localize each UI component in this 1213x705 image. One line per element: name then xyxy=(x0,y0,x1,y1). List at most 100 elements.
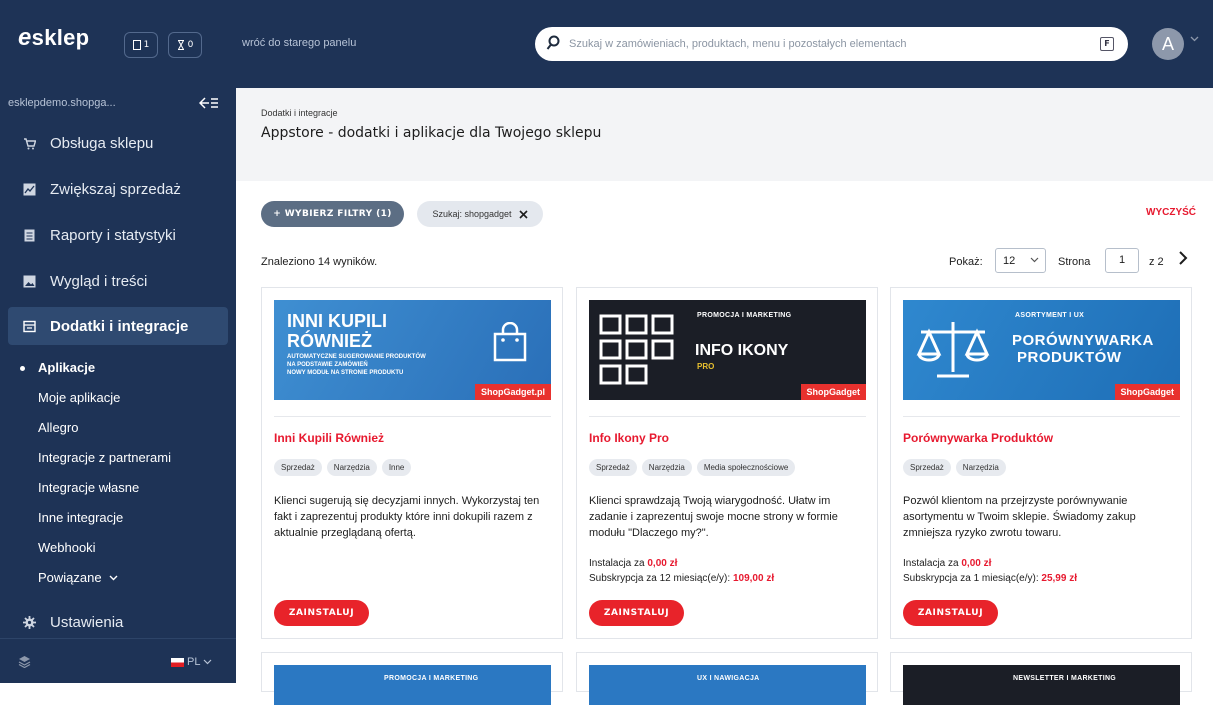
banner-category: PROMOCJA I MARKETING xyxy=(384,675,479,682)
banner-title: INFO IKONY xyxy=(695,342,789,359)
subitem-integracje-partnerami[interactable]: Integracje z partnerami xyxy=(38,450,171,465)
app-description: Pozwól klientom na przejrzyste porównywa… xyxy=(903,495,1136,539)
search-icon xyxy=(546,35,560,50)
banner-title: PORÓWNYWARKA xyxy=(1012,332,1154,349)
banner-brand: ShopGadget.pl xyxy=(475,384,551,400)
sidebar-item-label: Dodatki i integracje xyxy=(50,317,189,335)
banner-brand: ShopGadget xyxy=(1114,384,1180,400)
search-hotkey-icon: F xyxy=(1100,37,1114,51)
tag: Sprzedaż xyxy=(274,459,322,476)
chart-icon xyxy=(23,183,36,196)
page-input[interactable]: 1 xyxy=(1105,248,1139,273)
subscription-price: Subskrypcja za 12 miesiąc(e/y): 109,00 z… xyxy=(589,573,775,584)
app-title[interactable]: Info Ikony Pro xyxy=(589,431,669,445)
layers-icon[interactable] xyxy=(18,655,31,668)
banner-category: UX I NAWIGACJA xyxy=(697,675,760,682)
clear-filters-button[interactable]: WYCZYŚĆ xyxy=(1146,207,1196,218)
app-title[interactable]: Porównywarka Produktów xyxy=(903,431,1053,445)
app-tags: Sprzedaż Narzędzia xyxy=(903,459,1006,476)
tag: Media społecznościowe xyxy=(696,459,796,476)
divider xyxy=(274,416,551,417)
breadcrumb[interactable]: Dodatki i integracje xyxy=(261,108,338,118)
sidebar-item-wyglad[interactable]: Wygląd i treści xyxy=(8,262,228,300)
tag: Narzędzia xyxy=(326,459,377,476)
page-header: Dodatki i integracje Appstore - dodatki … xyxy=(236,88,1213,181)
sidebar-item-obsluga-sklepu[interactable]: Obsługa sklepu xyxy=(8,124,228,162)
close-icon[interactable] xyxy=(518,209,528,219)
app-banner-image[interactable]: PROMOCJA I MARKETING INFO IKONY PRO Shop… xyxy=(589,300,866,400)
subitem-inne-integracje[interactable]: Inne integracje xyxy=(38,510,123,525)
tag: Sprzedaż xyxy=(589,459,637,476)
sidebar-item-raporty[interactable]: Raporty i statystyki xyxy=(8,216,228,254)
language-selector[interactable]: PL xyxy=(171,656,212,668)
chevron-down-icon xyxy=(204,659,212,665)
old-panel-link[interactable]: wróć do starego panelu xyxy=(242,37,356,49)
tag: Inne xyxy=(381,459,412,476)
per-page-select[interactable]: 12 xyxy=(995,248,1046,273)
app-banner-image[interactable]: PROMOCJA I MARKETING xyxy=(274,665,551,705)
app-card: UX I NAWIGACJA xyxy=(576,652,878,705)
esklep-logo[interactable]: eesklepsklep xyxy=(18,24,89,52)
search-input[interactable] xyxy=(569,27,1079,61)
sidebar-item-zwiekszaj-sprzedaz[interactable]: Zwiększaj sprzedaż xyxy=(8,170,228,208)
tag: Sprzedaż xyxy=(903,459,951,476)
subitem-moje-aplikacje[interactable]: Moje aplikacje xyxy=(38,390,120,405)
subitem-aplikacje[interactable]: Aplikacje xyxy=(38,360,95,375)
divider xyxy=(589,416,866,417)
banner-title: INNI KUPILI xyxy=(287,311,388,331)
subitem-allegro[interactable]: Allegro xyxy=(38,420,78,435)
report-icon xyxy=(23,229,36,242)
subitem-webhooki[interactable]: Webhooki xyxy=(38,540,96,555)
banner-title: PRODUKTÓW xyxy=(1017,349,1122,366)
collapse-sidebar-icon[interactable] xyxy=(199,96,219,110)
active-bullet-icon xyxy=(20,366,25,371)
poland-flag-icon xyxy=(171,657,184,667)
banner-brand: ShopGadget xyxy=(800,384,866,400)
page-title: Appstore - dodatki i aplikacje dla Twoje… xyxy=(261,125,602,141)
sidebar-item-label: Ustawienia xyxy=(50,613,124,631)
addon-icon xyxy=(23,320,36,333)
banner-category: ASORTYMENT I UX xyxy=(1015,312,1085,319)
banner-category: PROMOCJA I MARKETING xyxy=(697,312,792,319)
app-banner-image[interactable]: UX I NAWIGACJA xyxy=(589,665,866,705)
banner-title: RÓWNIEŻ xyxy=(287,331,372,351)
banner-line: NOWY MODUŁ NA STRONIE PRODUKTU xyxy=(287,370,404,376)
app-banner-image[interactable]: ASORTYMENT I UX PORÓWNYWARKA PRODUKTÓW S… xyxy=(903,300,1180,400)
tasks-badge[interactable]: 0 xyxy=(168,32,202,58)
subscription-price: Subskrypcja za 1 miesiąc(e/y): 25,99 zł xyxy=(903,573,1077,584)
document-icon xyxy=(132,40,141,50)
top-bar: eesklepsklep 1 0 wróć do starego panelu … xyxy=(0,0,1213,88)
of-pages-label: z 2 xyxy=(1149,256,1164,268)
sidebar-item-ustawienia[interactable]: Ustawienia xyxy=(8,603,228,641)
page-label: Strona xyxy=(1058,256,1091,268)
app-card: PROMOCJA I MARKETING INFO IKONY PRO Shop… xyxy=(576,287,878,639)
app-card: PROMOCJA I MARKETING xyxy=(261,652,563,705)
shop-name[interactable]: esklepdemo.shopga... xyxy=(8,97,116,109)
subitem-powiazane[interactable]: Powiązane xyxy=(38,570,118,585)
install-button[interactable]: ZAINSTALUJ xyxy=(903,600,998,626)
chevron-down-icon[interactable] xyxy=(1190,36,1199,42)
banner-category: NEWSLETTER I MARKETING xyxy=(1013,675,1117,682)
documents-badge[interactable]: 1 xyxy=(124,32,158,58)
app-tags: Sprzedaż Narzędzia Media społecznościowe xyxy=(589,459,796,476)
grid-icon xyxy=(599,314,674,385)
app-tags: Sprzedaż Narzędzia Inne xyxy=(274,459,412,476)
install-button[interactable]: ZAINSTALUJ xyxy=(274,600,369,626)
banner-line: NA PODSTAWIE ZAMÓWIEŃ xyxy=(287,362,368,368)
install-button[interactable]: ZAINSTALUJ xyxy=(589,600,684,626)
next-page-icon[interactable] xyxy=(1178,250,1188,266)
app-banner-image[interactable]: NEWSLETTER I MARKETING xyxy=(903,665,1180,705)
sidebar-item-dodatki[interactable]: Dodatki i integracje xyxy=(8,307,228,345)
sidebar-item-label: Zwiększaj sprzedaż xyxy=(50,180,181,198)
banner-line: AUTOMATYCZNE SUGEROWANIE PRODUKTÓW xyxy=(287,354,426,360)
subitem-integracje-wlasne[interactable]: Integracje własne xyxy=(38,480,139,495)
app-banner-image[interactable]: INNI KUPILI RÓWNIEŻ AUTOMATYCZNE SUGEROW… xyxy=(274,300,551,400)
user-avatar[interactable]: A xyxy=(1152,28,1184,60)
results-count: Znaleziono 14 wyników. xyxy=(261,256,378,268)
app-card: ASORTYMENT I UX PORÓWNYWARKA PRODUKTÓW S… xyxy=(890,287,1192,639)
app-card: INNI KUPILI RÓWNIEŻ AUTOMATYCZNE SUGEROW… xyxy=(261,287,563,639)
sidebar: esklepdemo.shopga... Obsługa sklepu Zwię… xyxy=(0,88,236,683)
app-title[interactable]: Inni Kupili Również xyxy=(274,431,384,445)
choose-filters-button[interactable]: + WYBIERZ FILTRY (1) xyxy=(261,201,404,227)
shopping-bag-icon xyxy=(493,322,527,362)
